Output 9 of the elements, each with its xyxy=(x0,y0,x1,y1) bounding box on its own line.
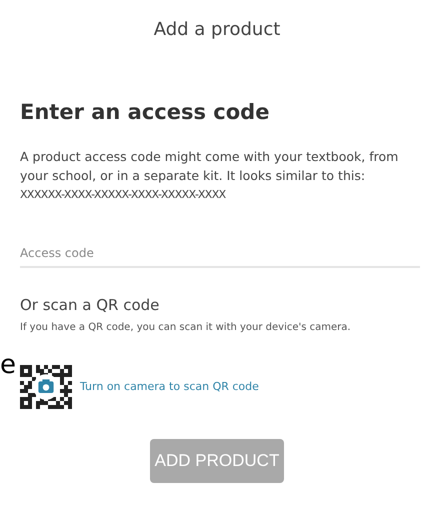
camera-link[interactable]: Turn on camera to scan QR code xyxy=(80,378,259,396)
access-code-field[interactable]: Access code xyxy=(20,240,420,268)
code-format-text: XXXXXX-XXXX-XXXXX-XXXX-XXXXX-XXXX xyxy=(20,186,227,202)
section-heading: Enter an access code xyxy=(20,99,270,126)
description-text: A product access code might come with your textbook, from your school, or in a separate kit. It looks similar to this: xyxy=(20,148,400,184)
page-title: Add a product xyxy=(154,18,280,42)
qr-description: If you have a QR code, you can scan it with your device's camera. xyxy=(20,321,352,335)
edge-fragment: e xyxy=(0,352,16,378)
qr-heading: Or scan a QR code xyxy=(20,294,160,316)
